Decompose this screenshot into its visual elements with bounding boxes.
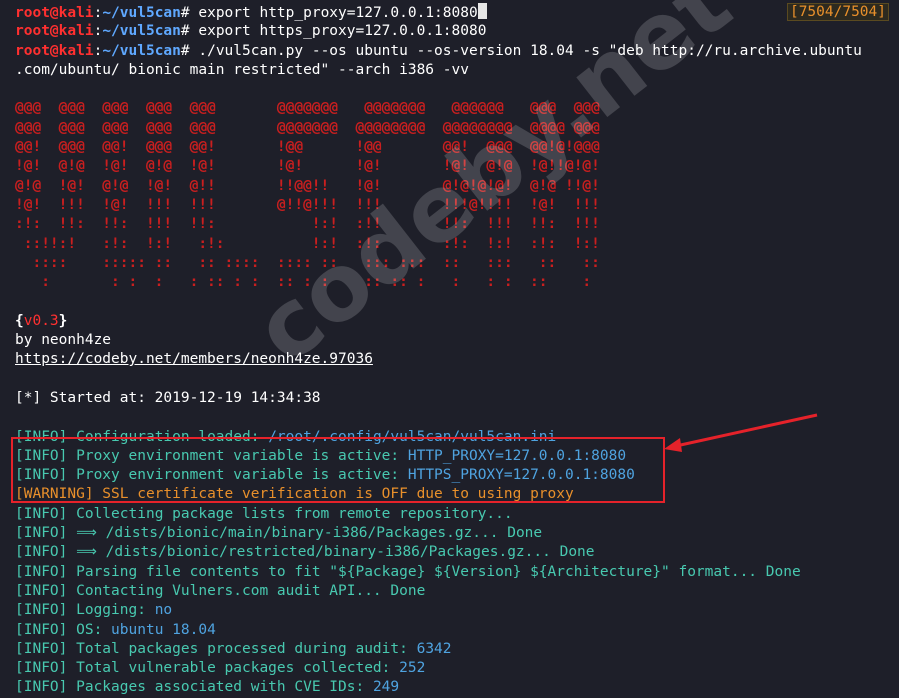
prompt-path: ~/vul5can (102, 5, 181, 21)
prompt-symbol: # (180, 5, 190, 21)
log-line: [INFO] Total vulnerable packages collect… (15, 659, 895, 678)
command-line: root@kali:~/vul5can# export http_proxy=1… (15, 3, 895, 22)
log-message: Total vulnerable packages collected: (67, 660, 400, 677)
log-tag: [INFO] (15, 602, 68, 619)
log-value: ubuntu 18.04 (111, 621, 216, 638)
log-value: no (154, 602, 173, 619)
prompt-separator: : (93, 23, 103, 40)
log-message: OS: (67, 621, 112, 638)
command-text: ./vul5can.py --os ubuntu --os-version 18… (198, 42, 862, 59)
text-cursor (477, 3, 487, 19)
log-value: 6342 (416, 640, 452, 657)
prompt-symbol: # (180, 42, 190, 59)
prompt-user: root@kali (15, 23, 94, 40)
log-message: Packages associated with CVE IDs: (67, 679, 373, 696)
started-line: [*] Started at: 2019-12-19 14:34:38 (15, 389, 321, 406)
log-line: [INFO] ⟹ /dists/bionic/main/binary-i386/… (15, 524, 895, 543)
log-tag: [INFO] (15, 544, 68, 561)
log-tag: [INFO] (15, 505, 68, 522)
log-tag: [INFO] (15, 582, 68, 599)
command-text: export https_proxy=127.0.0.1:8080 (198, 23, 487, 40)
author-line: by neonh4ze (15, 332, 112, 349)
prompt-separator: : (93, 5, 103, 21)
log-line: [INFO] Parsing file contents to fit "${P… (15, 563, 895, 582)
log-tag: [INFO] (15, 621, 68, 638)
prompt-user: root@kali (15, 5, 94, 21)
annotation-arrow-icon (664, 413, 818, 452)
prompt-path: ~/vul5can (102, 23, 181, 40)
log-tag: [INFO] (15, 660, 68, 677)
log-message: Total packages processed during audit: (67, 640, 417, 657)
banner-line: : : : : : :: : : :: : : :: :: : : : : ::… (15, 274, 592, 291)
log-message: Contacting Vulners.com audit API... (67, 582, 391, 599)
log-line: [INFO] ⟹ /dists/bionic/restricted/binary… (15, 543, 895, 562)
version-line: {v0.3} (15, 312, 68, 329)
log-line: [INFO] Packages associated with CVE IDs:… (15, 678, 895, 697)
command-line: root@kali:~/vul5can# ./vul5can.py --os u… (15, 42, 895, 61)
log-tag: [INFO] (15, 679, 68, 696)
log-message: ⟹ /dists/bionic/main/binary-i386/Package… (67, 525, 508, 542)
log-status: Done (390, 582, 426, 599)
log-status: Done (507, 525, 543, 542)
terminal-output[interactable]: root@kali:~/vul5can# export http_proxy=1… (15, 3, 895, 698)
log-tag: [INFO] (15, 525, 68, 542)
log-line: [INFO] OS: ubuntu 18.04 (15, 621, 895, 640)
prompt-user: root@kali (15, 42, 94, 59)
command-text: export http_proxy=127.0.0.1:8080 (198, 5, 478, 21)
prompt-symbol: # (180, 23, 190, 40)
command-line: root@kali:~/vul5can# export https_proxy=… (15, 22, 895, 41)
version-number: v0.3 (23, 312, 59, 329)
log-line: [INFO] Logging: no (15, 601, 895, 620)
log-tag: [INFO] (15, 640, 68, 657)
log-line: [INFO] Total packages processed during a… (15, 640, 895, 659)
log-message: Logging: (67, 602, 155, 619)
log-status: Done (765, 563, 801, 580)
annotation-box (11, 437, 665, 503)
log-message: ⟹ /dists/bionic/restricted/binary-i386/P… (67, 544, 560, 561)
log-line: [INFO] Collecting package lists from rem… (15, 505, 895, 524)
prompt-path: ~/vul5can (102, 42, 181, 59)
author-link[interactable]: https://codeby.net/members/neonh4ze.9703… (15, 350, 895, 369)
banner-line: @@@ @@@ @@@ @@@ @@@ @@@@@@@ @@@@@@@ @@@@… (15, 100, 600, 117)
log-tag: [INFO] (15, 563, 68, 580)
log-value: 252 (399, 660, 426, 677)
command-wrap: .com/ubuntu/ bionic main restricted" --a… (15, 61, 469, 78)
log-status: Done (559, 544, 595, 561)
log-line: [INFO] Contacting Vulners.com audit API.… (15, 582, 895, 601)
prompt-separator: : (93, 42, 103, 59)
log-value: 249 (372, 679, 400, 696)
log-message: Collecting package lists from remote rep… (67, 505, 513, 522)
log-message: Parsing file contents to fit "${Package}… (67, 563, 766, 580)
